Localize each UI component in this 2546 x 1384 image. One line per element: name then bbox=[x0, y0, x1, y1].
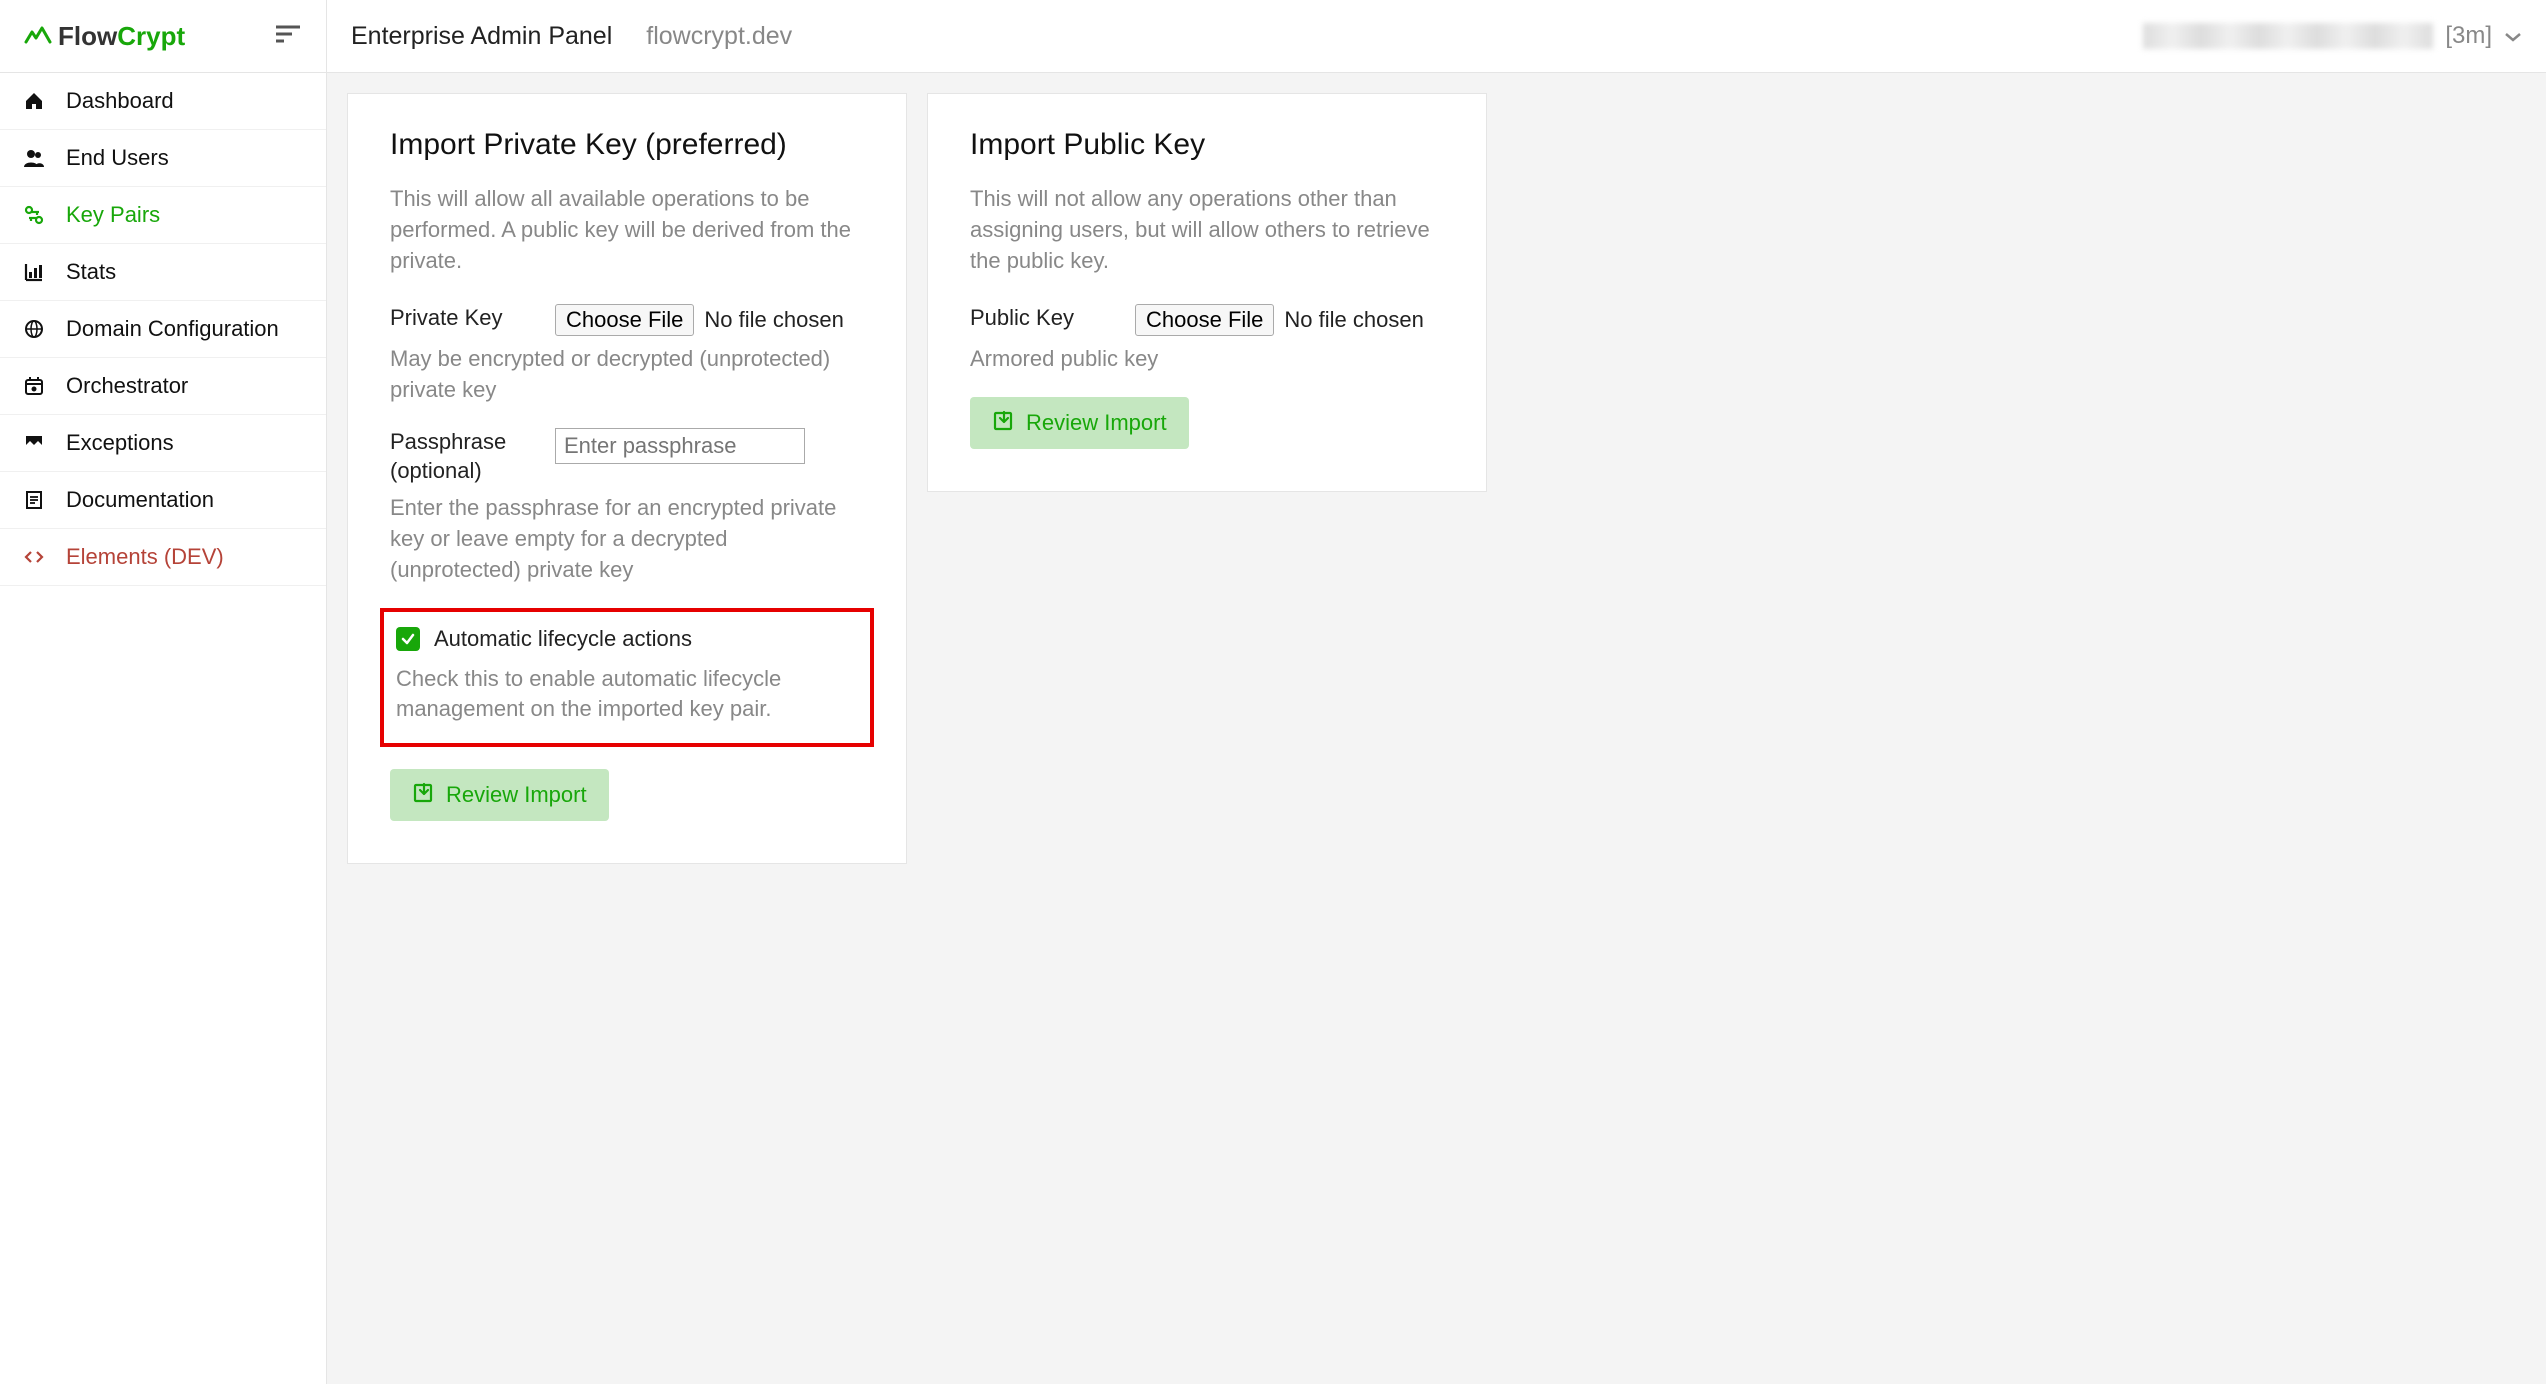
automatic-lifecycle-helper: Check this to enable automatic lifecycle… bbox=[390, 664, 864, 726]
domain-text: flowcrypt.dev bbox=[646, 22, 792, 51]
automatic-lifecycle-checkbox[interactable] bbox=[396, 627, 420, 651]
sidebar-item-label: Domain Configuration bbox=[66, 316, 279, 342]
logo-crypt: Crypt bbox=[117, 21, 185, 51]
import-private-key-card: Import Private Key (preferred) This will… bbox=[347, 93, 907, 864]
sidebar-item-label: End Users bbox=[66, 145, 169, 171]
public-key-label: Public Key bbox=[970, 304, 1115, 333]
topbar: FlowCrypt Enterprise Admin Panel flowcry… bbox=[0, 0, 2546, 73]
menu-toggle-icon[interactable] bbox=[276, 25, 300, 48]
review-import-label: Review Import bbox=[1026, 410, 1167, 436]
public-key-file-chooser: Choose File No file chosen bbox=[1135, 304, 1424, 336]
sidebar-item-stats[interactable]: Stats bbox=[0, 244, 326, 301]
sidebar-item-dashboard[interactable]: Dashboard bbox=[0, 73, 326, 130]
home-icon bbox=[20, 90, 48, 112]
calendar-icon bbox=[20, 375, 48, 397]
choose-file-button[interactable]: Choose File bbox=[555, 304, 694, 336]
private-key-helper: May be encrypted or decrypted (unprotect… bbox=[390, 344, 864, 406]
review-import-button[interactable]: Review Import bbox=[390, 769, 609, 821]
public-key-row: Public Key Choose File No file chosen Ar… bbox=[970, 304, 1444, 375]
sidebar-item-key-pairs[interactable]: Key Pairs bbox=[0, 187, 326, 244]
highlighted-section: Automatic lifecycle actions Check this t… bbox=[380, 608, 874, 748]
session-time: [3m] bbox=[2445, 22, 2492, 50]
import-icon bbox=[412, 781, 434, 809]
review-import-button[interactable]: Review Import bbox=[970, 397, 1189, 449]
sidebar-item-exceptions[interactable]: Exceptions bbox=[0, 415, 326, 472]
sidebar-item-label: Elements (DEV) bbox=[66, 544, 224, 570]
passphrase-input[interactable] bbox=[555, 428, 805, 464]
sidebar-item-label: Documentation bbox=[66, 487, 214, 513]
logo-text[interactable]: FlowCrypt bbox=[58, 21, 185, 52]
passphrase-helper: Enter the passphrase for an encrypted pr… bbox=[390, 493, 864, 585]
automatic-lifecycle-row: Automatic lifecycle actions bbox=[390, 626, 864, 652]
main-content: Import Private Key (preferred) This will… bbox=[327, 73, 2546, 1384]
key-icon bbox=[20, 204, 48, 226]
choose-file-button[interactable]: Choose File bbox=[1135, 304, 1274, 336]
import-public-key-card: Import Public Key This will not allow an… bbox=[927, 93, 1487, 492]
user-info-blurred bbox=[2143, 23, 2433, 49]
sidebar-item-label: Orchestrator bbox=[66, 373, 188, 399]
sidebar-item-orchestrator[interactable]: Orchestrator bbox=[0, 358, 326, 415]
card-description: This will allow all available operations… bbox=[390, 184, 864, 276]
user-dropdown[interactable]: [3m] bbox=[2143, 22, 2522, 50]
panel-title: Enterprise Admin Panel bbox=[351, 22, 612, 51]
automatic-lifecycle-label: Automatic lifecycle actions bbox=[434, 626, 692, 652]
sidebar-item-label: Stats bbox=[66, 259, 116, 285]
card-description: This will not allow any operations other… bbox=[970, 184, 1444, 276]
card-title: Import Public Key bbox=[970, 128, 1444, 162]
sidebar: Dashboard End Users Key Pairs Stats Doma… bbox=[0, 73, 327, 1384]
private-key-file-chooser: Choose File No file chosen bbox=[555, 304, 844, 336]
public-key-helper: Armored public key bbox=[970, 344, 1444, 375]
sidebar-item-end-users[interactable]: End Users bbox=[0, 130, 326, 187]
import-icon bbox=[992, 409, 1014, 437]
code-icon bbox=[20, 546, 48, 568]
globe-icon bbox=[20, 318, 48, 340]
card-title: Import Private Key (preferred) bbox=[390, 128, 864, 162]
sidebar-item-domain-configuration[interactable]: Domain Configuration bbox=[0, 301, 326, 358]
document-icon bbox=[20, 489, 48, 511]
logo-flow: Flow bbox=[58, 21, 117, 51]
sidebar-item-elements-dev[interactable]: Elements (DEV) bbox=[0, 529, 326, 586]
review-import-label: Review Import bbox=[446, 782, 587, 808]
file-status: No file chosen bbox=[704, 307, 843, 333]
topbar-main: Enterprise Admin Panel flowcrypt.dev [3m… bbox=[327, 22, 2546, 51]
stats-icon bbox=[20, 261, 48, 283]
chevron-down-icon bbox=[2504, 22, 2522, 50]
private-key-row: Private Key Choose File No file chosen M… bbox=[390, 304, 864, 406]
passphrase-label: Passphrase (optional) bbox=[390, 428, 535, 485]
broken-image-icon bbox=[20, 432, 48, 454]
sidebar-item-label: Dashboard bbox=[66, 88, 174, 114]
passphrase-row: Passphrase (optional) Enter the passphra… bbox=[390, 428, 864, 586]
file-status: No file chosen bbox=[1284, 307, 1423, 333]
sidebar-item-label: Key Pairs bbox=[66, 202, 160, 228]
users-icon bbox=[20, 147, 48, 169]
private-key-label: Private Key bbox=[390, 304, 535, 333]
sidebar-item-documentation[interactable]: Documentation bbox=[0, 472, 326, 529]
sidebar-item-label: Exceptions bbox=[66, 430, 174, 456]
logo-block: FlowCrypt bbox=[0, 0, 327, 72]
logo-icon bbox=[24, 24, 52, 49]
